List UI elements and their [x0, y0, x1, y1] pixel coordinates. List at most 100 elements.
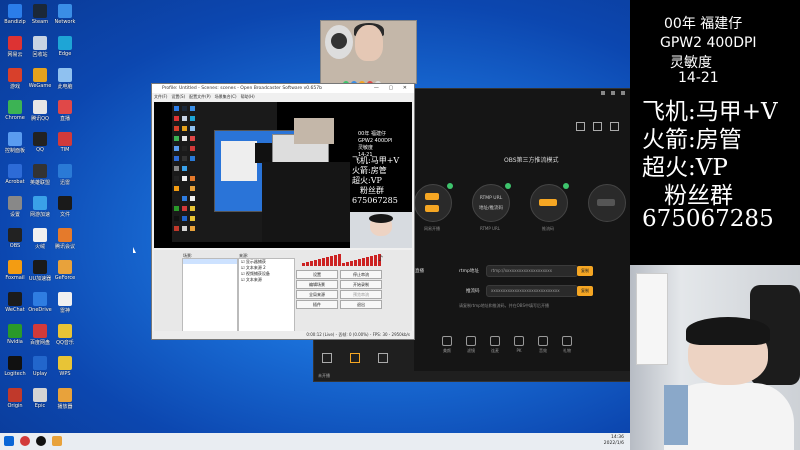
desktop-icon[interactable]: 此电脑 [52, 68, 78, 90]
desktop-icon[interactable]: 播放器 [52, 388, 78, 410]
desktop-icon-label: Chrome [5, 115, 25, 121]
app-tool-5[interactable]: 礼物 [562, 336, 572, 354]
scene-item-selected[interactable] [183, 259, 237, 264]
screenshot-icon[interactable] [593, 122, 602, 131]
volume-meter-desktop[interactable] [342, 252, 381, 266]
obs-menu-item[interactable]: 设置(S) [171, 94, 185, 99]
nested-cam [350, 212, 412, 248]
desktop-icon[interactable]: Uplay [27, 356, 53, 377]
desktop-icon[interactable]: Network [52, 4, 78, 25]
desktop-icon[interactable]: 腾讯会议 [52, 228, 78, 250]
dock-icon-2[interactable] [350, 353, 360, 363]
desktop-icon[interactable]: UU加速器 [27, 260, 53, 282]
trash-icon[interactable] [576, 122, 585, 131]
overlay-line-4: 14-21 [678, 70, 719, 86]
obs-window-controls[interactable]: — ▢ ✕ [374, 84, 411, 93]
desktop-icon[interactable]: QQ [27, 132, 53, 153]
app-icon [8, 132, 22, 146]
app-icon [8, 36, 22, 50]
app-tool-1[interactable]: 滤镜 [466, 336, 476, 354]
desktop-icon[interactable]: 回收站 [27, 36, 53, 58]
desktop-icon[interactable]: 腾讯QQ [27, 100, 53, 122]
desktop-icon[interactable]: 英雄联盟 [27, 164, 53, 186]
global-sources-button[interactable]: 全局来源 [296, 290, 338, 299]
desktop-icon-label: 控制面板 [4, 148, 25, 154]
nested-overlay: 00年 福建仔 GPW2 400DPI 灵敏度 14-21 飞机:马甲+V 火箭:… [350, 122, 412, 212]
desktop-icon[interactable]: Logitech [2, 356, 28, 377]
desktop-icon-label: WeGame [28, 83, 52, 89]
edit-scene-button[interactable]: 编辑场景 [296, 280, 338, 289]
desktop-icon[interactable]: WeChat [2, 292, 28, 313]
sources-panel[interactable]: 来源: ☑ 显示器捕获 ☑ 文本来源 2 ☑ 视频捕获设备 ☑ 文本来源 [238, 253, 295, 334]
dock-icon-1[interactable] [322, 353, 332, 363]
start-recording-button[interactable]: 开始录制 [340, 280, 382, 289]
stop-stream-button[interactable]: 停止串流 [340, 270, 382, 279]
settings-button[interactable]: 设置 [296, 270, 338, 279]
scenes-panel[interactable]: 场景: [182, 253, 238, 334]
webcam-preview-window[interactable] [320, 20, 417, 87]
nested-desktop-icon [182, 226, 187, 231]
obs-menu-item[interactable]: 场景集合(C) [215, 94, 237, 99]
desktop-icon[interactable]: WeGame [27, 68, 53, 89]
app-tool-0[interactable]: 美颜 [442, 336, 452, 354]
desktop-icon[interactable]: TIM [52, 132, 78, 153]
meter-bar [358, 259, 361, 266]
app-tool-2[interactable]: 连麦 [490, 336, 500, 354]
taskbar-obs-icon[interactable] [36, 436, 46, 446]
desktop-icon[interactable]: Origin [2, 388, 28, 409]
volume-meter-mic[interactable] [302, 252, 341, 266]
exit-button[interactable]: 退出 [340, 300, 382, 309]
desktop-icon-label: QQ [36, 147, 44, 153]
app-icon [8, 68, 22, 82]
stream-key-copy-button[interactable]: 复制 [577, 286, 593, 296]
rtmp-field[interactable]: rtmp://xxxxxxxxxxxxxxxxxxxx 复制 [486, 265, 593, 277]
desktop-icon[interactable]: 火绒 [27, 228, 53, 250]
preview-stream-button[interactable]: 预览串流 [340, 290, 382, 299]
desktop-icon[interactable]: Nvidia [2, 324, 28, 345]
desktop-icon[interactable]: 游戏 [2, 68, 28, 90]
source-item-4[interactable]: ☑ 文本来源 [239, 277, 294, 283]
desktop-icon[interactable]: Epic [27, 388, 53, 409]
maximize-icon[interactable] [611, 91, 615, 95]
obs-menu-item[interactable]: 配置文件(P) [189, 94, 211, 99]
desktop-icon[interactable]: Foxmail [2, 260, 28, 281]
desktop-icon[interactable]: Bandizip [2, 4, 28, 25]
desktop-icon[interactable]: 文件 [52, 196, 78, 218]
desktop-icon[interactable]: 网易云 [2, 36, 28, 58]
speaker-icon[interactable]: ♪ [378, 254, 386, 264]
settings-icon[interactable] [610, 122, 619, 131]
app-tool-3[interactable]: PK [514, 336, 524, 354]
desktop-icon[interactable]: 网游加速 [27, 196, 53, 218]
desktop-icon[interactable]: Chrome [2, 100, 28, 121]
desktop-icon[interactable]: Edge [52, 36, 78, 57]
desktop-icon[interactable]: 迅雷 [52, 164, 78, 186]
app-icon [8, 260, 22, 274]
close-icon[interactable] [621, 91, 625, 95]
taskbar-app-2-icon[interactable] [52, 436, 62, 446]
desktop-icon[interactable]: OneDrive [27, 292, 53, 313]
rtmp-copy-button[interactable]: 复制 [577, 266, 593, 276]
desktop-icon[interactable]: QQ音乐 [52, 324, 78, 346]
desktop-icon[interactable]: OBS [2, 228, 28, 249]
obs-menu-item[interactable]: 文件(F) [154, 94, 167, 99]
start-icon[interactable] [4, 436, 14, 446]
desktop-icon[interactable]: 百度网盘 [27, 324, 53, 346]
desktop-icon[interactable]: Steam [27, 4, 53, 25]
desktop-icon[interactable]: 雷神 [52, 292, 78, 314]
taskbar-clock[interactable]: 14:36 2022/1/6 [604, 435, 624, 447]
dock-icon-3[interactable] [378, 353, 388, 363]
obs-menu-item[interactable]: 帮助(H) [241, 94, 255, 99]
desktop-icon[interactable]: 控制面板 [2, 132, 28, 154]
desktop-icon-label: 此电脑 [57, 84, 73, 90]
minimize-icon[interactable] [601, 91, 605, 95]
desktop-icon-label: 回收站 [32, 52, 48, 58]
desktop-icon[interactable]: WPS [52, 356, 78, 377]
plugins-button[interactable]: 插件 [296, 300, 338, 309]
desktop-icon[interactable]: GeForce [52, 260, 78, 281]
app-tool-4[interactable]: 音效 [538, 336, 548, 354]
desktop-icon[interactable]: 设置 [2, 196, 28, 218]
desktop-icon[interactable]: 直播 [52, 100, 78, 122]
stream-key-field[interactable]: xxxxxxxxxxxxxxxxxxxxxxxxxxxxx 复制 [486, 285, 593, 297]
desktop-icon[interactable]: Acrobat [2, 164, 28, 185]
taskbar-app-1-icon[interactable] [20, 436, 30, 446]
